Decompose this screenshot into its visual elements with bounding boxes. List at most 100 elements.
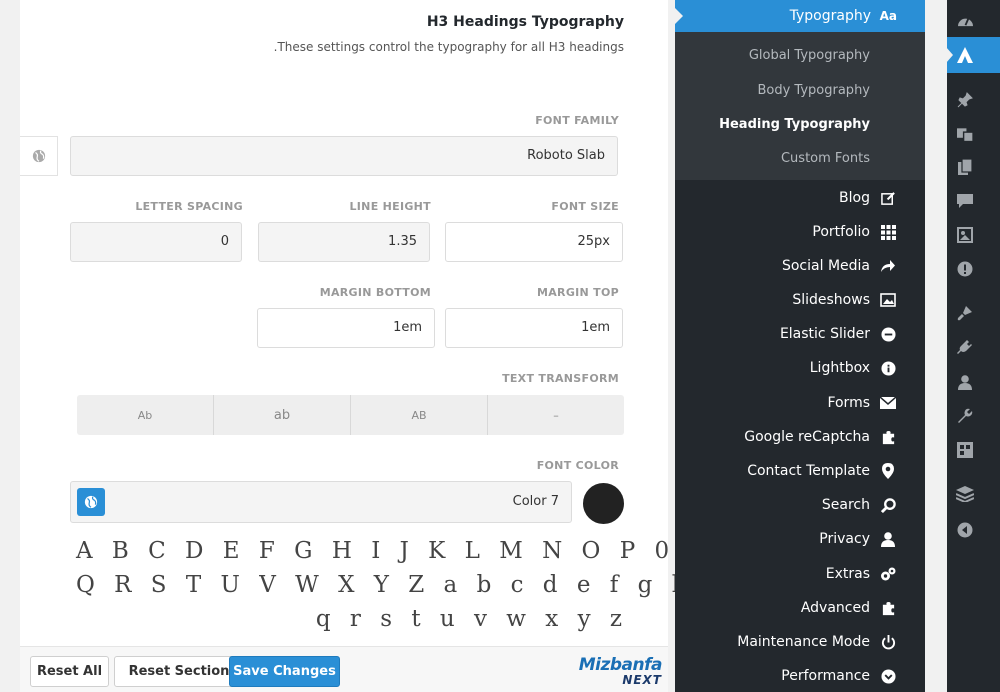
share-icon	[879, 257, 897, 275]
menu-item-extras[interactable]: Extras	[675, 557, 925, 591]
menu-item-label: Contact Template	[747, 463, 870, 479]
spacer	[925, 0, 947, 692]
reset-section-button[interactable]: Reset Section	[114, 656, 244, 687]
menu-item-label: Blog	[839, 190, 870, 206]
globe-icon	[84, 495, 98, 509]
margin-bottom-input[interactable]: 1em	[257, 308, 435, 348]
menu-item-maintenance-mode[interactable]: Maintenance Mode	[675, 625, 925, 659]
font-size-label: FONT SIZE	[551, 200, 619, 213]
image-icon	[879, 291, 897, 309]
plugins-icon[interactable]	[955, 337, 975, 357]
menu-item-label: Search	[821, 497, 870, 513]
google-fonts-toggle[interactable]	[20, 136, 58, 176]
font-color-value: Color 7	[512, 494, 559, 509]
menu-item-typography[interactable]: Typography Aa	[675, 0, 925, 32]
menu-item-label: Performance	[781, 668, 870, 684]
text-transform-buttonset: Ab ab AB –	[77, 395, 624, 435]
admin-sidebar	[946, 0, 1000, 692]
slider-icon	[879, 325, 897, 343]
menu-item-search[interactable]: Search	[675, 488, 925, 522]
menu-item-label: Typography	[789, 8, 871, 24]
puzzle-icon	[879, 428, 897, 446]
brand-logo: Mizbanfa NEXT	[578, 655, 663, 687]
menu-item-elastic-slider[interactable]: Elastic Slider	[675, 317, 925, 351]
menu-item-label: Slideshows	[792, 292, 870, 308]
font-color-label: FONT COLOR	[536, 459, 619, 472]
users-icon[interactable]	[955, 372, 975, 392]
submenu-global-typography[interactable]: Global Typography	[749, 48, 870, 63]
menu-item-label: Lightbox	[809, 360, 870, 376]
font-color-select[interactable]: Color 7	[70, 481, 572, 523]
media-icon[interactable]	[955, 124, 975, 144]
theme-logo-icon	[955, 45, 975, 65]
line-height-input[interactable]: 1.35	[258, 222, 430, 262]
menu-item-blog[interactable]: Blog	[675, 181, 925, 215]
font-family-label: FONT FAMILY	[535, 114, 619, 127]
margin-bottom-label: MARGIN BOTTOM	[319, 286, 431, 299]
settings-icon[interactable]	[955, 440, 975, 460]
tools-icon[interactable]	[955, 406, 975, 426]
comments-icon[interactable]	[955, 191, 975, 211]
submenu-body-typography[interactable]: Body Typography	[757, 83, 870, 98]
text-transform-label: TEXT TRANSFORM	[502, 372, 619, 385]
text-transform-uppercase[interactable]: AB	[351, 395, 488, 435]
menu-item-label: Forms	[827, 395, 870, 411]
pages-icon[interactable]	[955, 157, 975, 177]
options-menu: Typography Aa Global Typography Body Typ…	[675, 0, 925, 692]
edit-icon	[879, 189, 897, 207]
puzzle-icon	[879, 599, 897, 617]
font-family-select[interactable]: Roboto Slab	[70, 136, 618, 176]
search-icon	[879, 496, 897, 514]
globe-icon	[32, 149, 45, 163]
menu-item-label: Google reCaptcha	[744, 429, 870, 445]
options-panel: H3 Headings Typography .These settings c…	[20, 0, 981, 692]
map-pin-icon	[879, 462, 897, 480]
menu-item-social-media[interactable]: Social Media	[675, 249, 925, 283]
typography-icon: Aa	[879, 9, 897, 23]
portfolio-icon[interactable]	[955, 225, 975, 245]
letter-spacing-input[interactable]: 0	[70, 222, 242, 262]
font-size-input[interactable]: 25px	[445, 222, 623, 262]
submenu-custom-fonts[interactable]: Custom Fonts	[781, 151, 870, 166]
power-icon	[879, 633, 897, 651]
menu-item-privacy[interactable]: Privacy	[675, 522, 925, 556]
save-changes-button[interactable]: Save Changes	[229, 656, 340, 687]
reset-all-button[interactable]: Reset All	[30, 656, 109, 687]
alert-icon[interactable]	[955, 259, 975, 279]
menu-item-label: Advanced	[800, 600, 870, 616]
theme-options-menu[interactable]	[946, 37, 1000, 73]
dashboard-icon[interactable]	[955, 10, 975, 30]
menu-item-performance[interactable]: Performance	[675, 659, 925, 692]
font-color-swatch[interactable]	[583, 483, 624, 524]
margin-top-input[interactable]: 1em	[445, 308, 623, 348]
menu-item-label: Social Media	[781, 258, 870, 274]
menu-item-contact-template[interactable]: Contact Template	[675, 454, 925, 488]
menu-item-label: Privacy	[819, 531, 870, 547]
menu-item-lightbox[interactable]: Lightbox	[675, 351, 925, 385]
collapse-menu-icon[interactable]	[955, 520, 975, 540]
menu-item-slideshows[interactable]: Slideshows	[675, 283, 925, 317]
typography-preview-line-1: A B C D E F G H I J K L M N O P 0 9 8 7 …	[76, 538, 981, 564]
submenu-heading-typography[interactable]: Heading Typography	[719, 117, 870, 132]
cogs-icon	[879, 565, 897, 583]
menu-item-google-recaptcha[interactable]: Google reCaptcha	[675, 420, 925, 454]
color-picker-button[interactable]	[77, 488, 105, 516]
chevron-down-circle-icon	[879, 667, 897, 685]
envelope-icon	[879, 394, 897, 412]
section-description: .These settings control the typography f…	[273, 40, 624, 54]
pin-icon[interactable]	[955, 90, 975, 110]
user-icon	[879, 530, 897, 548]
text-transform-lowercase[interactable]: ab	[214, 395, 351, 435]
typography-preview-line-3: q r s t u v w x y z	[315, 606, 628, 632]
layers-icon[interactable]	[955, 484, 975, 504]
text-transform-none[interactable]: –	[488, 395, 624, 435]
margin-top-label: MARGIN TOP	[536, 286, 619, 299]
menu-item-label: Portfolio	[812, 224, 870, 240]
menu-item-portfolio[interactable]: Portfolio	[675, 215, 925, 249]
typography-submenu: Global Typography Body Typography Headin…	[675, 32, 925, 180]
menu-item-forms[interactable]: Forms	[675, 386, 925, 420]
appearance-icon[interactable]	[955, 303, 975, 323]
text-transform-capitalize[interactable]: Ab	[77, 395, 214, 435]
menu-item-advanced[interactable]: Advanced	[675, 591, 925, 625]
info-icon	[879, 359, 897, 377]
